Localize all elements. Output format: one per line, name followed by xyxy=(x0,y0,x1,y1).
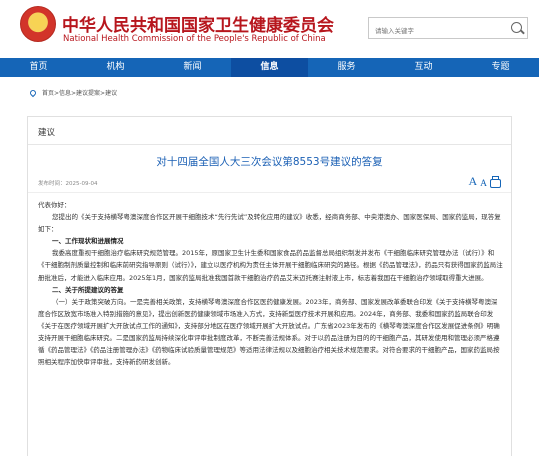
article-paragraph: 我委高度重视干细胞治疗临床研究规范管理。2015年，原国家卫生计生委和国家食品药… xyxy=(38,249,503,282)
date-label: 发布时间： xyxy=(38,181,66,187)
article-paragraph: 您提出的《关于支持横琴粤澳深度合作区开展干细胞技术“先行先试”及转化应用的建议》… xyxy=(38,213,501,234)
search-input[interactable] xyxy=(369,21,499,42)
article-title: 对十四届全国人大三次会议第8553号建议的答复 xyxy=(156,156,383,168)
breadcrumb-text[interactable]: 首页>信息>建议提案>建议 xyxy=(42,88,117,97)
content-panel: 建议 对十四届全国人大三次会议第8553号建议的答复 发布时间：2025-09-… xyxy=(27,116,512,456)
section-heading: 一、工作现状和进展情况 xyxy=(52,237,124,246)
breadcrumb: 首页>信息>建议提案>建议 xyxy=(28,88,117,97)
site-header: 中华人民共和国国家卫生健康委员会 National Health Commiss… xyxy=(0,0,539,58)
divider xyxy=(28,144,511,145)
national-emblem-icon[interactable] xyxy=(20,6,56,42)
nav-item[interactable]: 新闻 xyxy=(154,58,231,77)
site-title-english: National Health Commission of the People… xyxy=(63,34,326,44)
article-paragraph: 代表你好： xyxy=(38,201,71,209)
article-body: 代表你好： 您提出的《关于支持横琴粤澳深度合作区开展干细胞技术“先行先试”及转化应… xyxy=(38,199,503,368)
article-tools: A A xyxy=(468,174,501,189)
article-paragraph: （一）关于政策突破方向。一是完善相关政策，支持横琴粤澳深度合作区医药健康发展。2… xyxy=(38,297,500,367)
panel-tab-label: 建议 xyxy=(38,128,56,138)
publish-date: 发布时间：2025-09-04 xyxy=(38,179,97,187)
nav-item[interactable]: 首页 xyxy=(0,58,77,77)
site-title[interactable]: 中华人民共和国国家卫生健康委员会 xyxy=(62,11,334,36)
main-nav: 首页 机构 新闻 信息 服务 互动 专题 xyxy=(0,58,539,77)
nav-item[interactable]: 服务 xyxy=(308,58,385,77)
nav-item[interactable]: 信息 xyxy=(231,58,308,77)
print-icon[interactable] xyxy=(490,176,501,188)
location-icon xyxy=(28,88,38,97)
nav-item[interactable]: 专题 xyxy=(462,58,539,77)
divider xyxy=(28,192,511,193)
font-decrease-button[interactable]: A xyxy=(480,179,487,189)
nav-item[interactable]: 机构 xyxy=(77,58,154,77)
search-icon[interactable] xyxy=(511,22,522,33)
nav-item[interactable]: 互动 xyxy=(385,58,462,77)
date-value: 2025-09-04 xyxy=(65,181,98,187)
section-heading: 二、关于所提建议的答复 xyxy=(52,285,124,294)
font-increase-button[interactable]: A xyxy=(468,174,477,189)
search-box xyxy=(368,17,528,42)
